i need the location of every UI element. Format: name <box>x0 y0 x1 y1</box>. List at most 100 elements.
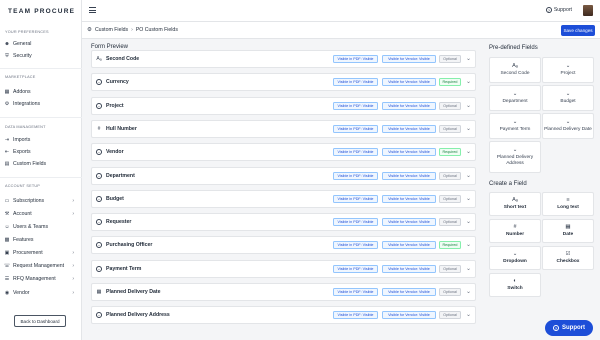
chevron-down-icon[interactable]: ⌄ <box>466 102 471 109</box>
support-chat-button[interactable]: ? Support <box>545 320 593 336</box>
vendor-visibility-badge[interactable]: Visible for Vendor: Visible <box>382 124 436 133</box>
vendor-visibility-badge[interactable]: Visible for Vendor: Visible <box>382 218 436 227</box>
field-status-badge[interactable]: Optional <box>439 124 461 133</box>
vendor-visibility-badge[interactable]: Visible for Vendor: Visible <box>382 194 436 203</box>
save-changes-button[interactable]: Save changes <box>561 25 595 36</box>
create-field-card[interactable]: ☑ Checkbox <box>542 246 594 270</box>
predefined-field-card[interactable]: ⌄ Payment Term <box>489 113 541 139</box>
breadcrumb-separator-icon: › <box>131 27 133 33</box>
sidebar-item-security[interactable]: ⛨ Security <box>4 51 78 61</box>
predefined-field-card[interactable]: Aₐ Second Code <box>489 57 541 83</box>
vendor-visibility-badge[interactable]: Visible for Vendor: Visible <box>382 101 436 110</box>
sidebar-item-vendor[interactable]: ◉ Vendor › <box>4 288 78 298</box>
form-field-row[interactable]: ⌄ Purchasing Officer Visible in PDF: Visib… <box>91 236 476 255</box>
avatar[interactable] <box>583 5 593 16</box>
pdf-visibility-badge[interactable]: Visible in PDF: Visible <box>333 55 378 63</box>
field-status-badge[interactable]: Required <box>439 241 461 250</box>
sidebar-item-account[interactable]: ⚒ Account › <box>4 209 78 219</box>
field-status-badge[interactable]: Optional <box>439 55 461 63</box>
vendor-visibility-badge[interactable]: Visible for Vendor: Visible <box>382 311 436 320</box>
form-field-row[interactable]: ⌄ Payment Term Visible in PDF: Visible Visi… <box>91 259 476 278</box>
form-field-row[interactable]: ▦ Planned Delivery Date Visible in PDF: Vi… <box>91 283 476 301</box>
sidebar-divider <box>0 68 82 69</box>
chevron-down-icon[interactable]: ⌄ <box>466 125 471 132</box>
chevron-down-icon[interactable]: ⌄ <box>466 218 471 225</box>
form-field-row[interactable]: ⌄ Budget Visible in PDF: Visible Visible fo… <box>91 189 476 208</box>
form-field-row[interactable]: ⌄ Currency Visible in PDF: Visible Visible … <box>91 73 476 92</box>
pdf-visibility-badge[interactable]: Visible in PDF: Visible <box>333 288 378 296</box>
predefined-field-card[interactable]: ⌄ Planned Delivery Address <box>489 141 541 173</box>
predefined-field-card[interactable]: ⌄ Budget <box>542 85 594 111</box>
form-field-row[interactable]: ⌄ Requester Visible in PDF: Visible Visible… <box>91 213 476 232</box>
vendor-visibility-badge[interactable]: Visible for Vendor: Visible <box>382 148 436 157</box>
sidebar-item-custom-fields[interactable]: ▤ Custom Fields <box>4 159 78 169</box>
hamburger-menu-icon[interactable] <box>89 7 96 14</box>
chevron-down-icon[interactable]: ⌄ <box>466 311 471 318</box>
field-status-badge[interactable]: Optional <box>439 288 461 296</box>
sidebar-item-users-teams[interactable]: ☺ Users & Teams <box>4 222 78 232</box>
create-field-card[interactable]: ≡ Long text <box>542 192 594 216</box>
pdf-visibility-badge[interactable]: Visible in PDF: Visible <box>333 311 378 320</box>
create-field-card[interactable]: ⌄ Dropdown <box>489 246 541 270</box>
chevron-down-icon[interactable]: ⌄ <box>466 241 471 248</box>
form-field-row[interactable]: Aₐ Second Code Visible in PDF: Visible Visi… <box>91 50 476 68</box>
field-status-badge[interactable]: Optional <box>439 218 461 227</box>
chevron-down-icon[interactable]: ⌄ <box>466 78 471 85</box>
sidebar-item-rfq-management[interactable]: ☰ RFQ Management › <box>4 274 78 284</box>
create-field-card[interactable]: Aₐ Short text <box>489 192 541 216</box>
form-field-row[interactable]: # Hull Number Visible in PDF: Visible Visib… <box>91 119 476 138</box>
chevron-down-icon[interactable]: ⌄ <box>466 288 471 295</box>
breadcrumb-item-custom-fields[interactable]: Custom Fields <box>95 27 128 33</box>
create-field-card[interactable]: ▦ Date <box>542 219 594 243</box>
pdf-visibility-badge[interactable]: Visible in PDF: Visible <box>333 264 378 273</box>
pdf-visibility-badge[interactable]: Visible in PDF: Visible <box>333 194 378 203</box>
field-status-badge[interactable]: Optional <box>439 171 461 180</box>
sidebar-item-general[interactable]: ☻ General <box>4 39 78 49</box>
pdf-visibility-badge[interactable]: Visible in PDF: Visible <box>333 171 378 180</box>
vendor-visibility-badge[interactable]: Visible for Vendor: Visible <box>382 55 436 63</box>
sidebar-item-procurement[interactable]: ▣ Procurement › <box>4 248 78 258</box>
vendor-visibility-badge[interactable]: Visible for Vendor: Visible <box>382 78 436 87</box>
pdf-visibility-badge[interactable]: Visible in PDF: Visible <box>333 241 378 250</box>
vendor-visibility-badge[interactable]: Visible for Vendor: Visible <box>382 264 436 273</box>
sidebar-divider <box>0 117 82 118</box>
card-label: Payment Term <box>499 127 531 132</box>
pdf-visibility-badge[interactable]: Visible in PDF: Visible <box>333 101 378 110</box>
predefined-field-card[interactable]: ⌄ Project <box>542 57 594 83</box>
form-field-row[interactable]: ⌄ Project Visible in PDF: Visible Visible f… <box>91 96 476 115</box>
chevron-down-icon[interactable]: ⌄ <box>466 195 471 202</box>
chevron-down-icon[interactable]: ⌄ <box>466 148 471 155</box>
form-field-row[interactable]: ⌄ Planned Delivery Address Visible in PDF:… <box>91 306 476 325</box>
sidebar-item-request-management[interactable]: ☏ Request Management › <box>4 261 78 271</box>
field-status-badge[interactable]: Optional <box>439 311 461 320</box>
pdf-visibility-badge[interactable]: Visible in PDF: Visible <box>333 78 378 87</box>
sidebar-item-imports[interactable]: ⇥ Imports <box>4 135 78 145</box>
field-status-badge[interactable]: Optional <box>439 264 461 273</box>
sidebar-item-addons[interactable]: ▦ Addons <box>4 87 78 97</box>
sidebar-item-integrations[interactable]: ⚙ Integrations <box>4 99 78 109</box>
pdf-visibility-badge[interactable]: Visible in PDF: Visible <box>333 124 378 133</box>
chevron-down-icon[interactable]: ⌄ <box>466 265 471 272</box>
predefined-field-card[interactable]: ⌄ Planned Delivery Date <box>542 113 594 139</box>
chevron-down-icon[interactable]: ⌄ <box>466 172 471 179</box>
create-field-card[interactable]: # Number <box>489 219 541 243</box>
field-status-badge[interactable]: Required <box>439 78 461 87</box>
field-status-badge[interactable]: Optional <box>439 101 461 110</box>
vendor-visibility-badge[interactable]: Visible for Vendor: Visible <box>382 171 436 180</box>
pdf-visibility-badge[interactable]: Visible in PDF: Visible <box>333 218 378 227</box>
vendor-visibility-badge[interactable]: Visible for Vendor: Visible <box>382 241 436 250</box>
form-field-row[interactable]: ⌄ Department Visible in PDF: Visible Visibl… <box>91 166 476 185</box>
sidebar-item-features[interactable]: ▩ Features <box>4 235 78 245</box>
vendor-visibility-badge[interactable]: Visible for Vendor: Visible <box>382 288 436 296</box>
predefined-field-card[interactable]: ⌄ Department <box>489 85 541 111</box>
support-link[interactable]: ? Support <box>545 7 572 13</box>
form-field-row[interactable]: ⌄ Vendor Visible in PDF: Visible Visible fo… <box>91 143 476 162</box>
sidebar-item-exports[interactable]: ⇤ Exports <box>4 147 78 157</box>
pdf-visibility-badge[interactable]: Visible in PDF: Visible <box>333 148 378 157</box>
create-field-card[interactable]: ◐ Switch <box>489 273 541 297</box>
field-status-badge[interactable]: Required <box>439 148 461 157</box>
field-status-badge[interactable]: Optional <box>439 194 461 203</box>
back-to-dashboard-button[interactable]: Back to Dashboard <box>14 315 66 327</box>
chevron-down-icon[interactable]: ⌄ <box>466 55 471 62</box>
sidebar-item-subscriptions[interactable]: ▭ Subscriptions › <box>4 196 78 206</box>
